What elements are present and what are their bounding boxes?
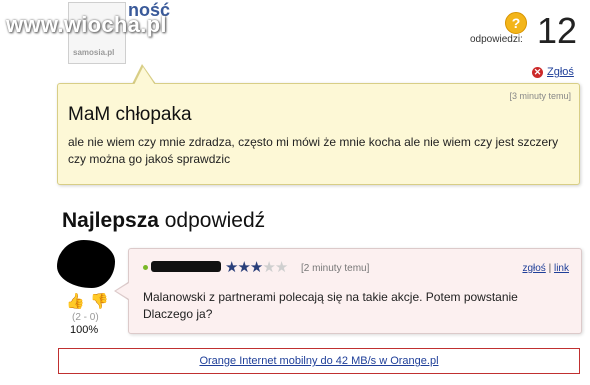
question-title: MaM chłopaka: [68, 104, 192, 125]
answers-count: 12: [537, 10, 578, 51]
ad-banner[interactable]: Orange Internet mobilny do 42 MB/s w Ora…: [58, 348, 580, 374]
star-filled-icon: ★: [225, 259, 238, 276]
question-mark-icon: ?: [505, 12, 527, 34]
answer-time: [2 minuty temu]: [301, 263, 370, 274]
report-answer-link[interactable]: zgłoś: [522, 263, 545, 274]
question-box: [3 minuty temu] MaM chłopaka ale nie wie…: [57, 83, 580, 185]
thumbs-down-icon[interactable]: 👎: [90, 292, 109, 310]
rating-stars: ★★★★★: [225, 258, 288, 276]
best-answer-heading-rest: odpowiedź: [158, 209, 266, 232]
ad-link[interactable]: Orange Internet mobilny do 42 MB/s w Ora…: [199, 355, 438, 367]
star-filled-icon: ★: [249, 259, 263, 276]
answer-links: zgłoś | link: [522, 263, 569, 274]
answerer-name-redacted[interactable]: [151, 261, 221, 272]
question-time: [3 minuty temu]: [509, 91, 571, 101]
link-separator: |: [548, 263, 552, 274]
report-question[interactable]: ✕ Zgłoś: [532, 66, 574, 78]
report-question-link[interactable]: Zgłoś: [547, 66, 574, 78]
question-bubble-tail-fill: [134, 67, 155, 85]
answer-bubble-tail-fill: [116, 283, 129, 299]
star-empty-icon: ★: [274, 259, 288, 276]
star-empty-icon: ★: [262, 259, 275, 276]
online-status-dot: [143, 265, 148, 270]
star-filled-icon: ★: [237, 259, 250, 276]
best-answer-heading: Najlepsza odpowiedź: [62, 209, 265, 233]
vote-count: (2 - 0): [72, 312, 99, 323]
report-icon: ✕: [532, 66, 543, 78]
answer-box: ★★★★★ [2 minuty temu] zgłoś | link Malan…: [128, 248, 582, 334]
question-body: ale nie wiem czy mnie zdradza, często mi…: [68, 135, 559, 166]
avatar-site-tag: samosia.pl: [73, 48, 115, 57]
answers-label: odpowiedzi:: [470, 34, 523, 45]
answerer-avatar[interactable]: [57, 240, 115, 288]
vote-percent: 100%: [70, 324, 99, 336]
best-answer-heading-bold: Najlepsza: [62, 209, 159, 232]
answer-body: Malanowski z partnerami polecają się na …: [143, 290, 518, 321]
answer-permalink[interactable]: link: [554, 263, 569, 274]
watermark-text: www.wiocha.pl: [6, 12, 167, 37]
thumbs-up-icon[interactable]: 👍: [66, 292, 85, 310]
